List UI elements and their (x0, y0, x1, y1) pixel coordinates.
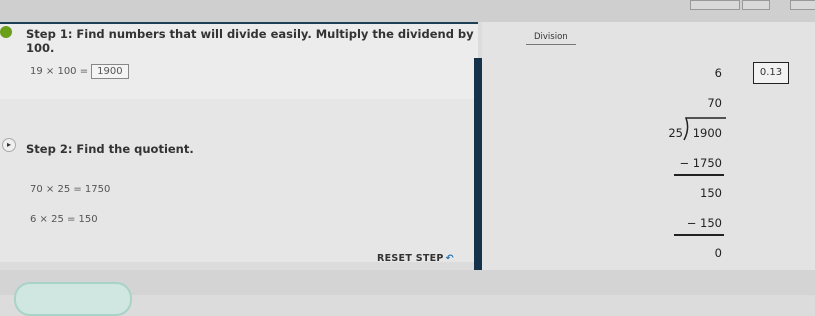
step-2-title: Step 2: Find the quotient. (26, 142, 194, 156)
step-2-line-1: 70 × 25 = 1750 (30, 184, 111, 195)
check-icon (0, 26, 12, 38)
step-1-answer-box[interactable]: 1900 (91, 64, 129, 79)
steps-panel: Step 1: Find numbers that will divide ea… (0, 22, 478, 262)
division-panel: Division 0.13 6 70 25 1900 − 1750 150 − … (482, 22, 815, 270)
rule-2 (674, 234, 724, 236)
speaker-icon[interactable]: ▸ (2, 138, 16, 152)
division-tab[interactable]: Division (534, 32, 568, 42)
undo-arrow-icon: ↶ (445, 253, 454, 264)
top-strip (0, 0, 815, 22)
remainder-2: 0 (714, 246, 722, 260)
step-1-equation-text: 19 × 100 = (30, 66, 89, 77)
top-button-2[interactable] (742, 0, 770, 10)
step-1-title: Step 1: Find numbers that will divide ea… (26, 27, 474, 55)
subtraction-1: − 1750 (679, 156, 722, 170)
remainder-1: 150 (700, 186, 722, 200)
top-button-1[interactable] (690, 0, 740, 10)
bottom-bar (0, 270, 815, 316)
bottom-pill-button[interactable] (14, 282, 132, 316)
quotient-ones: 6 (714, 66, 722, 80)
reset-step-button[interactable]: RESET STEP ↶ (377, 253, 454, 264)
step-1-section: Step 1: Find numbers that will divide ea… (0, 22, 478, 99)
dividend: 1900 (692, 126, 722, 140)
rule-1 (674, 174, 724, 176)
subtraction-2: − 150 (686, 216, 722, 230)
decimal-answer-box[interactable]: 0.13 (753, 62, 789, 84)
top-button-3[interactable] (790, 0, 815, 10)
step-2-line-2: 6 × 25 = 150 (30, 214, 98, 225)
reset-step-label: RESET STEP (377, 253, 444, 264)
panel-divider (474, 58, 482, 270)
quotient-tens: 70 (707, 96, 722, 110)
divisor: 25 (668, 126, 683, 140)
tab-underline (526, 44, 576, 45)
step-1-equation: 19 × 100 = 1900 (30, 64, 129, 79)
